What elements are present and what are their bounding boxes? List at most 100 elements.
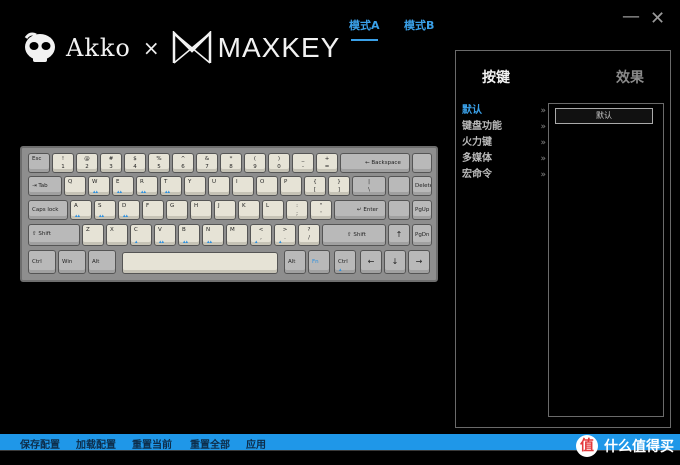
- key-left-shift[interactable]: ⇧ Shift: [28, 224, 80, 246]
- key-blank-3[interactable]: [388, 200, 410, 220]
- key-minus[interactable]: _ -: [292, 153, 314, 173]
- key-label: Alt: [92, 259, 100, 265]
- key-y[interactable]: Y: [184, 176, 206, 196]
- category-multimedia[interactable]: 多媒体 »: [462, 151, 548, 167]
- key-label: =: [324, 164, 330, 170]
- key-quote[interactable]: " ': [310, 200, 332, 220]
- key-c[interactable]: C ▴: [130, 224, 152, 246]
- key-o[interactable]: O: [256, 176, 278, 196]
- key-right-alt[interactable]: Alt: [284, 250, 306, 274]
- key-x[interactable]: X: [106, 224, 128, 246]
- key-down[interactable]: ↓: [384, 250, 406, 274]
- key-t[interactable]: T ▴▴: [160, 176, 182, 196]
- key-space[interactable]: [122, 252, 278, 274]
- minimize-button[interactable]: —: [622, 6, 640, 27]
- key-period[interactable]: >. ▴: [274, 224, 296, 246]
- key-6[interactable]: ^ 6: [172, 153, 194, 173]
- key-k[interactable]: K: [238, 200, 260, 220]
- key-backspace[interactable]: ← Backspace: [340, 153, 410, 173]
- key-shift-label: @: [84, 156, 90, 162]
- key-e[interactable]: E ▴▴: [112, 176, 134, 196]
- key-j[interactable]: J: [214, 200, 236, 220]
- key-label: ← Backspace: [365, 160, 401, 166]
- key-comma[interactable]: <, ▴: [250, 224, 272, 246]
- key-d[interactable]: D ▴▴: [118, 200, 140, 220]
- key-right[interactable]: →: [408, 250, 430, 274]
- key-rbracket[interactable]: }]: [328, 176, 350, 196]
- reset-all-button[interactable]: 重置全部: [190, 436, 230, 451]
- key-8[interactable]: * 8: [220, 153, 242, 173]
- key-u[interactable]: U: [208, 176, 230, 196]
- key-semicolon[interactable]: :;: [286, 200, 308, 220]
- key-1[interactable]: ! 1: [52, 153, 74, 173]
- key-shift-label: #: [108, 156, 114, 162]
- tab-effects[interactable]: 效果: [616, 67, 644, 87]
- key-5[interactable]: % 5: [148, 153, 170, 173]
- key-i[interactable]: I: [232, 176, 254, 196]
- key-label: 7: [205, 164, 209, 170]
- key-up[interactable]: ↑: [388, 224, 410, 246]
- key-left-ctrl[interactable]: Ctrl: [28, 250, 56, 274]
- key-m[interactable]: M: [226, 224, 248, 246]
- key-7[interactable]: & 7: [196, 153, 218, 173]
- tab-mode-a[interactable]: 模式A: [349, 17, 380, 41]
- key-v[interactable]: V ▴▴: [154, 224, 176, 246]
- key-n[interactable]: N ▴▴: [202, 224, 224, 246]
- category-fire-key[interactable]: 火力键 »: [462, 135, 548, 151]
- key-fn[interactable]: Fn: [308, 250, 330, 274]
- category-label: 宏命令: [462, 169, 492, 180]
- key-h[interactable]: H: [190, 200, 212, 220]
- key-z[interactable]: Z: [82, 224, 104, 246]
- key-2[interactable]: @2: [76, 153, 98, 173]
- key-3[interactable]: #3: [100, 153, 122, 173]
- key-tilde-blank[interactable]: [412, 153, 432, 173]
- key-caps-lock[interactable]: Caps lock: [28, 200, 68, 220]
- key-right-ctrl[interactable]: Ctrl ▴: [334, 250, 356, 274]
- key-left[interactable]: ←: [360, 250, 382, 274]
- key-p[interactable]: P: [280, 176, 302, 196]
- key-a[interactable]: A ▴▴: [70, 200, 92, 220]
- key-label: B: [182, 227, 186, 233]
- key-r[interactable]: R ▴▴: [136, 176, 158, 196]
- key-s[interactable]: S ▴▴: [94, 200, 116, 220]
- key-equal[interactable]: + =: [316, 153, 338, 173]
- tab-mode-b[interactable]: 模式B: [404, 17, 434, 33]
- key-label: 5: [157, 164, 161, 170]
- key-pgup[interactable]: PgUp: [412, 200, 432, 220]
- category-macro[interactable]: 宏命令 »: [462, 167, 548, 183]
- reset-current-button[interactable]: 重置当前: [132, 436, 172, 451]
- option-default[interactable]: 默认: [555, 108, 653, 124]
- key-label: Alt: [288, 259, 296, 265]
- key-0[interactable]: ) 0: [268, 153, 290, 173]
- key-9[interactable]: (9: [244, 153, 266, 173]
- key-delete[interactable]: Delete: [412, 176, 432, 196]
- key-enter[interactable]: ↵ Enter: [334, 200, 386, 220]
- key-backslash[interactable]: | \: [352, 176, 386, 196]
- key-g[interactable]: G: [166, 200, 188, 220]
- watermark-text: 什么值得买: [604, 439, 674, 455]
- key-blank-2[interactable]: [388, 176, 410, 196]
- key-w[interactable]: W ▴▴: [88, 176, 110, 196]
- key-4[interactable]: $4: [124, 153, 146, 173]
- apply-button[interactable]: 应用: [246, 436, 266, 451]
- key-win[interactable]: Win: [58, 250, 86, 274]
- key-q[interactable]: Q: [64, 176, 86, 196]
- key-slash[interactable]: ? /: [298, 224, 320, 246]
- key-l[interactable]: L: [262, 200, 284, 220]
- close-button[interactable]: ✕: [650, 8, 665, 29]
- save-config-button[interactable]: 保存配置: [20, 436, 60, 451]
- key-left-alt[interactable]: Alt: [88, 250, 116, 274]
- key-lbracket[interactable]: {[: [304, 176, 326, 196]
- key-f[interactable]: F: [142, 200, 164, 220]
- category-keyboard-function[interactable]: 键盘功能 »: [462, 119, 548, 135]
- key-label: I: [236, 179, 238, 185]
- key-esc[interactable]: Esc: [28, 153, 50, 173]
- key-label: U: [212, 179, 217, 185]
- load-config-button[interactable]: 加载配置: [76, 436, 116, 451]
- key-tab[interactable]: ⇥ Tab: [28, 176, 62, 196]
- tab-keys[interactable]: 按键: [482, 67, 510, 87]
- key-pgdn[interactable]: PgDn: [412, 224, 432, 246]
- key-right-shift[interactable]: ⇧ Shift: [322, 224, 386, 246]
- category-default[interactable]: 默认 »: [462, 103, 548, 119]
- key-b[interactable]: B ▴▴: [178, 224, 200, 246]
